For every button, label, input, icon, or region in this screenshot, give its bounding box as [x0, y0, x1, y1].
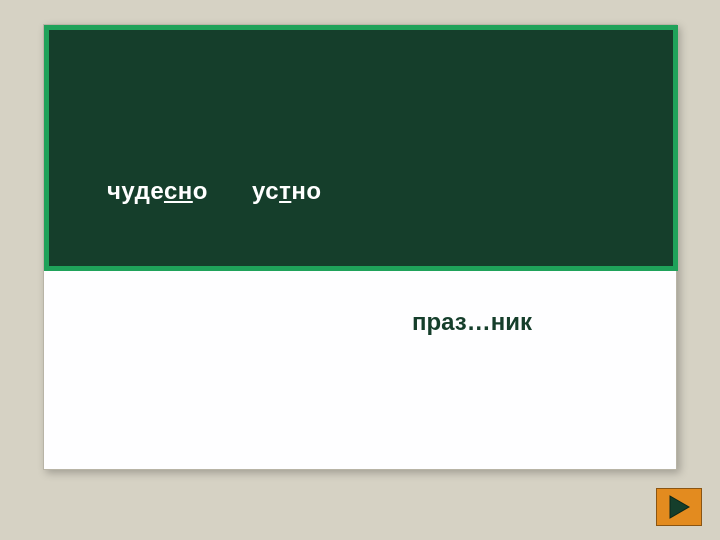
board-word-row: чудесно устно — [107, 178, 322, 206]
word-part: но — [291, 178, 321, 205]
word-part: о — [193, 178, 208, 205]
word-part-underlined: т — [279, 178, 291, 205]
slide-card: чудесно устно праз…ник — [43, 24, 677, 470]
chalkboard: чудесно устно — [44, 25, 678, 271]
board-word-1: чудесно — [107, 178, 208, 206]
next-button[interactable] — [656, 488, 702, 526]
word-part-underlined: сн — [164, 178, 193, 205]
board-word-2: устно — [252, 178, 322, 206]
word-part: чуде — [107, 178, 164, 205]
play-icon — [668, 495, 690, 519]
prompt-word: праз…ник — [412, 308, 582, 338]
word-part: ус — [252, 178, 279, 205]
